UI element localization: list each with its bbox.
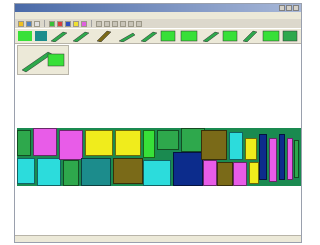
save-icon[interactable] (26, 20, 32, 27)
open-icon[interactable] (18, 20, 24, 27)
pattern-piece[interactable] (173, 152, 203, 186)
toolbar-divider (91, 20, 92, 27)
window-controls (279, 5, 299, 11)
pattern-piece[interactable] (17, 158, 35, 184)
piece-thumbnail[interactable] (35, 31, 47, 41)
toolbar-divider (44, 20, 45, 27)
pattern-piece[interactable] (294, 140, 299, 178)
cad-nesting-window (14, 3, 302, 243)
minimize-button[interactable] (279, 5, 285, 11)
pattern-piece[interactable] (287, 138, 293, 180)
status-bar (15, 235, 301, 242)
pattern-piece[interactable] (143, 160, 171, 186)
piece-palette (17, 45, 69, 75)
pattern-piece[interactable] (269, 138, 277, 182)
close-button[interactable] (293, 5, 299, 11)
piece-thumbnail-strip (50, 30, 298, 42)
pattern-piece[interactable] (81, 158, 111, 186)
red-tool-icon[interactable] (57, 20, 63, 27)
tool-icon[interactable] (128, 20, 134, 27)
pattern-piece[interactable] (233, 162, 247, 186)
pattern-piece[interactable] (115, 130, 141, 156)
piece-thumbnail[interactable] (47, 53, 65, 67)
maximize-button[interactable] (286, 5, 292, 11)
piece-thumbnail[interactable] (72, 31, 90, 42)
tool-icon[interactable] (136, 20, 142, 27)
pattern-piece[interactable] (203, 160, 217, 186)
pattern-piece[interactable] (279, 134, 285, 180)
green-tool-icon[interactable] (49, 20, 55, 27)
piece-thumbnail[interactable] (242, 30, 258, 42)
pattern-piece[interactable] (259, 134, 267, 180)
piece-thumbnail[interactable] (50, 31, 68, 42)
pattern-piece[interactable] (217, 162, 233, 186)
pattern-piece[interactable] (157, 130, 179, 150)
pattern-piece[interactable] (143, 130, 155, 158)
print-icon[interactable] (34, 20, 40, 27)
tool-icon[interactable] (112, 20, 118, 27)
pattern-piece[interactable] (37, 158, 61, 186)
piece-thumbnail[interactable] (96, 30, 112, 42)
pattern-piece[interactable] (33, 128, 57, 156)
piece-thumbnail[interactable] (118, 32, 136, 42)
menu-bar (15, 12, 301, 19)
piece-thumbnail[interactable] (140, 31, 158, 42)
pattern-piece[interactable] (59, 130, 83, 160)
main-toolbar (15, 19, 301, 28)
yellow-tool-icon[interactable] (73, 20, 79, 27)
palette-pieces (21, 51, 65, 73)
marker-canvas[interactable] (15, 76, 301, 236)
magenta-tool-icon[interactable] (81, 20, 87, 27)
piece-thumbnail[interactable] (180, 30, 198, 42)
piece-thumbnail[interactable] (160, 30, 176, 42)
pattern-piece[interactable] (63, 160, 79, 186)
tool-icon[interactable] (96, 20, 102, 27)
piece-thumbnail[interactable] (18, 31, 32, 41)
piece-thumbnail[interactable] (21, 51, 53, 73)
blue-tool-icon[interactable] (65, 20, 71, 27)
tool-icon[interactable] (120, 20, 126, 27)
pattern-piece[interactable] (245, 138, 257, 160)
pattern-piece[interactable] (85, 130, 113, 156)
pattern-piece[interactable] (113, 158, 143, 184)
title-bar (15, 4, 301, 12)
tool-icon[interactable] (104, 20, 110, 27)
piece-thumbnail[interactable] (222, 30, 238, 42)
piece-thumbnail[interactable] (202, 31, 220, 42)
pattern-piece[interactable] (249, 162, 259, 184)
marker-strip[interactable] (17, 128, 301, 186)
pattern-piece[interactable] (201, 130, 227, 160)
pattern-piece[interactable] (229, 132, 243, 160)
piece-thumbnail[interactable] (262, 30, 280, 42)
pattern-piece[interactable] (17, 130, 31, 156)
piece-thumbnail[interactable] (282, 30, 298, 42)
piece-toolbar (15, 29, 301, 44)
